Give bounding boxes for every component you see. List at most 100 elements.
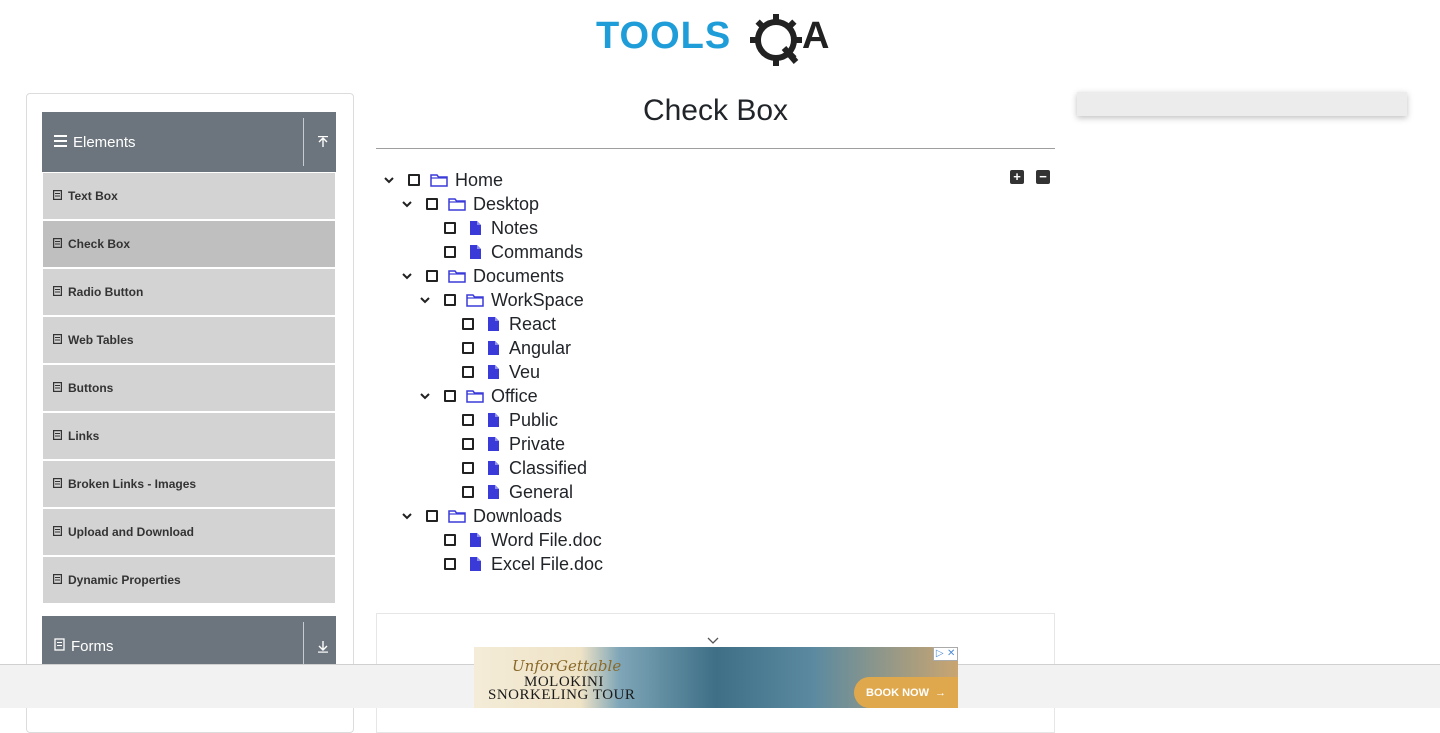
checkbox[interactable] [444,534,456,546]
tree-node-label[interactable]: Downloads [473,506,562,527]
tree-node-label[interactable]: Public [509,410,558,431]
expand-all-plus-icon[interactable]: + [1010,170,1024,184]
chevron-down-icon[interactable] [396,264,418,288]
checkbox[interactable] [462,366,474,378]
tree-node: Documents [396,264,564,288]
checkbox[interactable] [426,510,438,522]
tree-node-label[interactable]: Documents [473,266,564,287]
file-icon [483,362,503,382]
tree-node-label[interactable]: Office [491,386,538,407]
chevron-down-icon[interactable] [396,192,418,216]
book-now-label: BOOK NOW [866,686,929,699]
checkbox[interactable] [462,462,474,474]
sidebar-item-upload-and-download[interactable]: Upload and Download [43,509,335,555]
elements-group-label: Elements [73,133,136,151]
tree-node: Word File.doc [414,528,602,552]
tree-node-label[interactable]: General [509,482,573,503]
checkbox[interactable] [444,246,456,258]
checkbox[interactable] [426,270,438,282]
chevron-down-icon[interactable] [414,384,436,408]
sidebar-item-web-tables[interactable]: Web Tables [43,317,335,363]
book-now-button[interactable]: BOOK NOW → [854,677,958,708]
collapse-all-minus-icon[interactable]: − [1036,170,1050,184]
sidebar-item-broken-links-images[interactable]: Broken Links - Images [43,461,335,507]
sidebar-item-check-box[interactable]: Check Box [43,221,335,267]
folder-icon [447,194,467,214]
checkbox[interactable] [444,390,456,402]
list-item-icon [53,333,63,347]
list-item-icon [53,573,63,587]
sidebar-item-label: Check Box [68,237,131,251]
list-item-icon [53,525,63,539]
collapse-up-icon[interactable] [310,112,336,172]
arrow-right-icon: → [934,686,946,699]
side-ad-placeholder[interactable] [1077,92,1407,116]
sidebar-item-label: Dynamic Properties [68,573,181,587]
checkbox[interactable] [408,174,420,186]
checkbox[interactable] [462,486,474,498]
checkbox[interactable] [444,558,456,570]
checkbox[interactable] [462,318,474,330]
sidebar-item-text-box[interactable]: Text Box [43,173,335,219]
tree-node-label[interactable]: Veu [509,362,540,383]
checkbox[interactable] [462,342,474,354]
tree-node-label[interactable]: Notes [491,218,538,239]
checkbox[interactable] [444,222,456,234]
tree-node-label[interactable]: Commands [491,242,583,263]
folder-icon [465,386,485,406]
list-item-icon [53,237,63,251]
file-icon [483,482,503,502]
tree-node-label[interactable]: Home [455,170,503,191]
banner-ad[interactable]: UnforGettable MOLOKINI SNORKELING TOUR B… [474,647,958,708]
chevron-down-icon[interactable] [378,168,400,192]
list-item-icon [53,477,63,491]
tree-node-label[interactable]: Classified [509,458,587,479]
ad-subtitle: SNORKELING TOUR [488,687,636,703]
checkbox[interactable] [462,438,474,450]
sidebar-item-label: Buttons [68,381,114,395]
sidebar-item-dynamic-properties[interactable]: Dynamic Properties [43,557,335,603]
sidebar-item-links[interactable]: Links [43,413,335,459]
sidebar-item-radio-button[interactable]: Radio Button [43,269,335,315]
toolsqa-logo[interactable]: TOOLS A [596,12,840,68]
tree-node-label[interactable]: Angular [509,338,571,359]
file-icon [465,554,485,574]
tree-node-label[interactable]: React [509,314,556,335]
sidebar-item-buttons[interactable]: Buttons [43,365,335,411]
chevron-down-icon[interactable] [414,288,436,312]
file-icon [483,338,503,358]
tree-node-label[interactable]: Private [509,434,565,455]
tree-node-label[interactable]: Desktop [473,194,539,215]
list-item-icon [53,285,63,299]
file-icon [483,458,503,478]
tree-node-label[interactable]: WorkSpace [491,290,584,311]
folder-icon [447,266,467,286]
chevron-down-icon[interactable] [396,504,418,528]
ad-info-icon[interactable]: ▷ [934,648,946,660]
file-icon [465,218,485,238]
folder-icon [429,170,449,190]
checkbox[interactable] [444,294,456,306]
tree-node: Home [378,168,503,192]
checkbox[interactable] [462,414,474,426]
tree-node: Angular [432,336,571,360]
tree-node-label[interactable]: Excel File.doc [491,554,603,575]
checkbox[interactable] [426,198,438,210]
tree-node-label[interactable]: Word File.doc [491,530,602,551]
header-divider [303,622,304,670]
close-icon[interactable]: ✕ [946,648,958,660]
sidebar-item-label: Web Tables [68,333,134,347]
elements-group-header[interactable]: Elements [42,112,336,172]
list-item-icon [53,381,63,395]
sidebar-item-label: Radio Button [68,285,144,299]
tree-node: General [432,480,573,504]
file-icon [483,314,503,334]
title-divider [376,148,1055,149]
ad-close-controls[interactable]: ▷ ✕ [933,647,958,661]
